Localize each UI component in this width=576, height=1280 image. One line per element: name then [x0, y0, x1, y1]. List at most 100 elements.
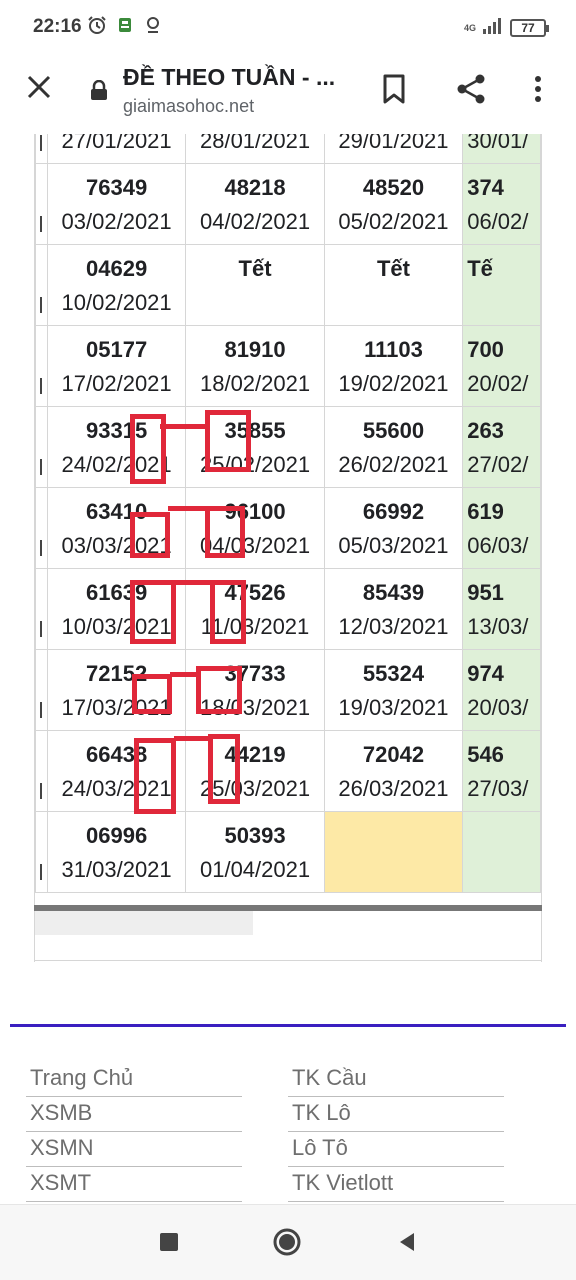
table-cell: Tết	[323, 244, 464, 326]
result-date: 03/02/2021	[61, 209, 172, 234]
close-icon[interactable]	[24, 72, 54, 102]
page-url[interactable]: giaimasohoc.net	[123, 96, 254, 117]
bookmark-icon[interactable]	[380, 73, 408, 105]
result-number	[464, 824, 540, 848]
table-cell-edge	[35, 487, 48, 569]
table-cell: 11103 19/02/2021	[323, 325, 464, 407]
footer-link-xsmn[interactable]: XSMN	[26, 1132, 242, 1167]
share-icon[interactable]	[454, 72, 488, 106]
result-date: 01/04/2021	[199, 857, 311, 882]
annotation-box	[208, 734, 240, 804]
more-vert-icon[interactable]	[526, 72, 550, 106]
results-table: 27/01/2021 28/01/2021 29/01/2021 30/01/7…	[35, 134, 541, 893]
table-cell-weekend: 700 20/02/	[462, 325, 541, 407]
result-date: 18/02/2021	[199, 371, 311, 396]
result-number: 951	[467, 580, 504, 605]
cell-edge-marker	[40, 540, 42, 556]
footer-link-lo-to[interactable]: Lô Tô	[288, 1132, 504, 1167]
annotation-line	[174, 736, 210, 741]
lock-icon[interactable]	[90, 79, 108, 100]
result-number	[325, 824, 461, 848]
table-cell: 29/01/2021	[323, 134, 464, 164]
back-icon[interactable]	[392, 1227, 422, 1257]
result-number: 04629	[86, 256, 148, 281]
table-cell: 48520 05/02/2021	[323, 163, 464, 245]
annotation-line	[160, 424, 210, 429]
table-cell-weekend: 974 20/03/	[462, 649, 541, 731]
annotation-line	[168, 506, 208, 511]
table-cell: 06996 31/03/2021	[46, 811, 187, 893]
table-cell-weekend: Tế	[462, 244, 541, 326]
annotation-box	[196, 666, 242, 714]
table-cell: 72042 26/03/2021	[323, 730, 464, 812]
result-number: 44219	[224, 742, 286, 767]
annotation-box	[205, 506, 245, 558]
footer-link-xsmt[interactable]: XSMT	[26, 1167, 242, 1202]
signal-icon	[482, 16, 504, 39]
home-icon[interactable]	[272, 1227, 302, 1257]
table-cell-weekend	[462, 811, 541, 893]
result-date: 17/02/2021	[61, 371, 172, 396]
app-notification-icon	[114, 14, 136, 36]
table-row: 72152 17/03/2021 37733 18/03/2021 55324 19/03…	[35, 649, 541, 731]
table-cell: 55600 26/02/2021	[323, 406, 464, 488]
result-number: Tết	[238, 256, 272, 281]
table-cell-edge	[35, 649, 48, 731]
cell-edge-marker	[40, 702, 42, 718]
table-row: 93315 24/02/2021 35855 25/02/2021 55600 26/02…	[35, 406, 541, 488]
annotation-box	[210, 580, 246, 644]
results-table-container[interactable]: 27/01/2021 28/01/2021 29/01/2021 30/01/7…	[34, 134, 542, 962]
status-time: 22:16	[33, 16, 82, 37]
result-date: 27/01/2021	[61, 134, 172, 153]
result-number: 81910	[224, 337, 286, 362]
status-right: 4G 77	[463, 16, 549, 39]
table-row: 27/01/2021 28/01/2021 29/01/2021 30/01/	[35, 134, 541, 164]
result-date: 06/03/	[467, 533, 529, 558]
location-icon	[142, 14, 164, 36]
table-cell: 76349 03/02/2021	[46, 163, 187, 245]
recents-icon[interactable]	[154, 1227, 184, 1257]
result-number: 55324	[362, 661, 425, 686]
network-type: 4G	[463, 22, 476, 33]
alarm-icon	[86, 14, 108, 36]
table-cell-weekend: 374 06/02/	[462, 163, 541, 245]
result-number: 72042	[362, 742, 425, 767]
cell-edge-marker	[40, 297, 42, 313]
result-number: 48218	[224, 175, 286, 200]
result-number: 05177	[86, 337, 148, 362]
page-content[interactable]: 27/01/2021 28/01/2021 29/01/2021 30/01/7…	[0, 134, 576, 1204]
footer-link-tk-vietlott[interactable]: TK Vietlott	[288, 1167, 504, 1202]
footer-link-tk-cau[interactable]: TK Cầu	[288, 1062, 504, 1097]
browser-toolbar: ĐỀ THEO TUẦN - ... giaimasohoc.net	[0, 56, 576, 134]
table-cell: 66992 05/03/2021	[323, 487, 464, 569]
result-number: 48520	[362, 175, 425, 200]
result-date: 27/03/	[467, 776, 529, 801]
result-number: 06996	[86, 823, 148, 848]
result-date: 30/01/	[467, 134, 529, 153]
annotation-box	[130, 580, 176, 644]
result-date: 13/03/	[467, 614, 529, 639]
cell-edge-marker	[40, 135, 42, 151]
result-date: 05/02/2021	[338, 209, 449, 234]
result-date: 28/01/2021	[199, 134, 311, 153]
annotation-box	[130, 512, 170, 558]
annotation-box	[132, 674, 172, 714]
table-row: 66438 24/03/2021 44219 25/03/2021 72042 26/03…	[35, 730, 541, 812]
result-date: 04/02/2021	[199, 209, 311, 234]
table-cell: 50393 01/04/2021	[185, 811, 325, 893]
table-cell-weekend: 30/01/	[462, 134, 541, 164]
result-number: 55600	[362, 418, 425, 443]
page-title[interactable]: ĐỀ THEO TUẦN - ...	[123, 64, 335, 91]
result-date: 19/02/2021	[338, 371, 449, 396]
table-cell-edge	[35, 730, 48, 812]
table-row: 61639 10/03/2021 47526 11/03/2021 85439 12/03…	[35, 568, 541, 650]
result-date: 12/03/2021	[338, 614, 449, 639]
footer-link-trang-chu[interactable]: Trang Chủ	[26, 1062, 242, 1097]
table-row: 04629 10/02/2021 Tết Tết Tế	[35, 244, 541, 326]
table-cell: 48218 04/02/2021	[185, 163, 325, 245]
table-cell: 55324 19/03/2021	[323, 649, 464, 731]
result-date: 27/02/	[467, 452, 529, 477]
footer-link-xsmb[interactable]: XSMB	[26, 1097, 242, 1132]
footer-link-tk-lo[interactable]: TK Lô	[288, 1097, 504, 1132]
table-cell-edge	[35, 244, 48, 326]
